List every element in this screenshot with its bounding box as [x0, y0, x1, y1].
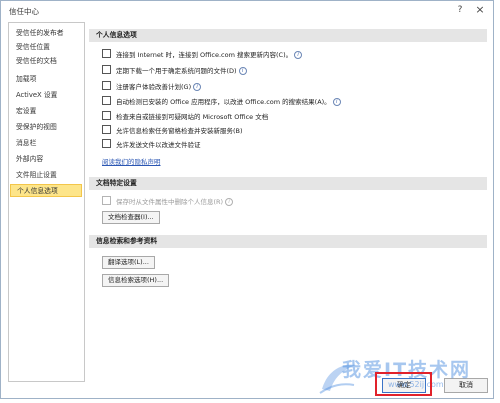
option-send-file-validation[interactable]: 允许发送文件以改进文件验证 — [102, 139, 201, 150]
sidebar-item-add-ins[interactable]: 加载项 — [10, 73, 82, 86]
sidebar-item-external-content[interactable]: 外部内容 — [10, 153, 82, 166]
option-label: 检查来自或链接到可疑网站的 Microsoft Office 文档 — [116, 113, 269, 121]
option-diagnostic-file[interactable]: 定期下载一个用于确定系统问题的文件(D) i — [102, 65, 247, 76]
sidebar-item-trusted-publishers[interactable]: 受信任的发布者 — [10, 27, 82, 40]
option-remove-personal-info: 保存时从文件属性中删除个人信息(R) i — [102, 196, 234, 207]
document-inspector-button[interactable]: 文档检查器(I)... — [102, 211, 160, 224]
option-label: 连接到 Internet 时，连接到 Office.com 搜索更新内容(C)。 — [116, 51, 293, 59]
privacy-statement-link[interactable]: 阅读我们的隐私声明 — [102, 156, 161, 166]
sidebar-item-activex-settings[interactable]: ActiveX 设置 — [10, 89, 82, 102]
option-label: 自动检测已安装的 Office 应用程序，以改进 Office.com 的搜索结… — [116, 98, 331, 106]
option-label: 注册客户体验改善计划(G) — [116, 83, 192, 91]
checkbox[interactable] — [102, 125, 111, 134]
checkbox — [102, 196, 111, 205]
info-icon: i — [238, 67, 247, 75]
checkbox[interactable] — [102, 111, 111, 120]
option-label: 允许发送文件以改进文件验证 — [116, 141, 201, 149]
option-online-content[interactable]: 连接到 Internet 时，连接到 Office.com 搜索更新内容(C)。… — [102, 49, 303, 60]
sidebar-item-protected-view[interactable]: 受保护的视图 — [10, 121, 82, 134]
sidebar-item-privacy-options[interactable]: 个人信息选项 — [10, 184, 82, 197]
sidebar-item-trusted-documents[interactable]: 受信任的文档 — [10, 55, 82, 68]
checkbox[interactable] — [102, 81, 111, 90]
checkbox[interactable] — [102, 65, 111, 74]
title-bar: 信任中心 ? × — [1, 1, 493, 20]
settings-panel: 个人信息选项 连接到 Internet 时，连接到 Office.com 搜索更… — [89, 25, 489, 371]
option-label: 定期下载一个用于确定系统问题的文件(D) — [116, 67, 237, 75]
research-options-button[interactable]: 信息检索选项(H)... — [102, 274, 170, 287]
info-icon: i — [332, 98, 341, 106]
option-detect-office-apps[interactable]: 自动检测已安装的 Office 应用程序，以改进 Office.com 的搜索结… — [102, 96, 341, 107]
sidebar-item-message-bar[interactable]: 消息栏 — [10, 137, 82, 150]
info-icon: i — [193, 83, 202, 91]
sidebar-item-macro-settings[interactable]: 宏设置 — [10, 105, 82, 118]
category-sidebar: 受信任的发布者 受信任位置 受信任的文档 加载项 ActiveX 设置 宏设置 … — [8, 22, 85, 382]
annotation-highlight-box — [375, 372, 432, 396]
option-check-suspicious-sites[interactable]: 检查来自或链接到可疑网站的 Microsoft Office 文档 — [102, 111, 268, 122]
sidebar-item-trusted-locations[interactable]: 受信任位置 — [10, 41, 82, 54]
trust-center-dialog: 信任中心 ? × 受信任的发布者 受信任位置 受信任的文档 加载项 Active… — [0, 0, 494, 399]
checkbox[interactable] — [102, 49, 111, 58]
option-label: 保存时从文件属性中删除个人信息(R) — [116, 198, 224, 206]
sidebar-item-file-block-settings[interactable]: 文件阻止设置 — [10, 169, 82, 182]
info-icon: i — [294, 51, 303, 59]
close-icon[interactable]: × — [473, 3, 487, 17]
checkbox[interactable] — [102, 96, 111, 105]
checkbox[interactable] — [102, 139, 111, 148]
option-label: 允许信息检索任务窗格检查并安装新服务(B) — [116, 127, 243, 135]
option-ceip[interactable]: 注册客户体验改善计划(G) i — [102, 81, 202, 92]
option-research-pane-services[interactable]: 允许信息检索任务窗格检查并安装新服务(B) — [102, 125, 243, 136]
info-icon: i — [225, 198, 234, 206]
section-header-personal-info: 个人信息选项 — [89, 29, 487, 42]
section-header-research: 信息检索和参考资料 — [89, 235, 487, 248]
cancel-button[interactable]: 取消 — [444, 378, 488, 393]
section-header-document-settings: 文档特定设置 — [89, 177, 487, 190]
question-mark-icon[interactable]: ? — [453, 3, 467, 17]
dialog-title: 信任中心 — [9, 7, 39, 16]
translation-options-button[interactable]: 翻译选项(L)... — [102, 256, 155, 269]
